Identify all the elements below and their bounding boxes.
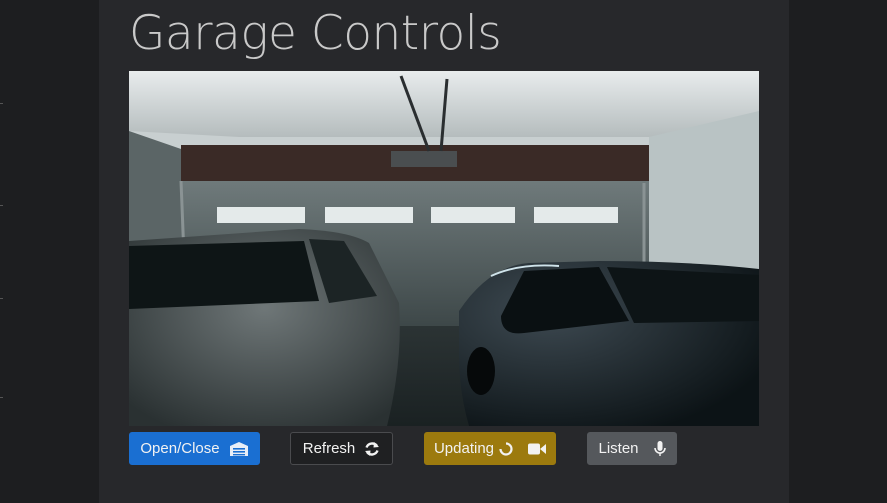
camera-feed	[129, 71, 759, 426]
updating-label: Updating	[433, 440, 495, 457]
edge-marker	[0, 397, 3, 398]
edge-marker	[0, 205, 3, 206]
video-camera-icon	[528, 443, 547, 455]
garage-icon	[229, 441, 249, 457]
edge-marker	[0, 103, 3, 104]
camera-image	[129, 71, 759, 426]
open-close-label: Open/Close	[140, 440, 220, 457]
refresh-label: Refresh	[302, 440, 356, 457]
page-title: Garage Controls	[129, 6, 502, 61]
updating-button[interactable]: Updating	[424, 432, 556, 465]
refresh-button[interactable]: Refresh	[290, 432, 393, 465]
refresh-icon	[364, 441, 380, 457]
open-close-button[interactable]: Open/Close	[129, 432, 260, 465]
listen-button[interactable]: Listen	[587, 432, 677, 465]
edge-marker	[0, 298, 3, 299]
spinner-icon	[499, 441, 513, 456]
microphone-icon	[653, 440, 666, 457]
listen-label: Listen	[598, 440, 639, 457]
